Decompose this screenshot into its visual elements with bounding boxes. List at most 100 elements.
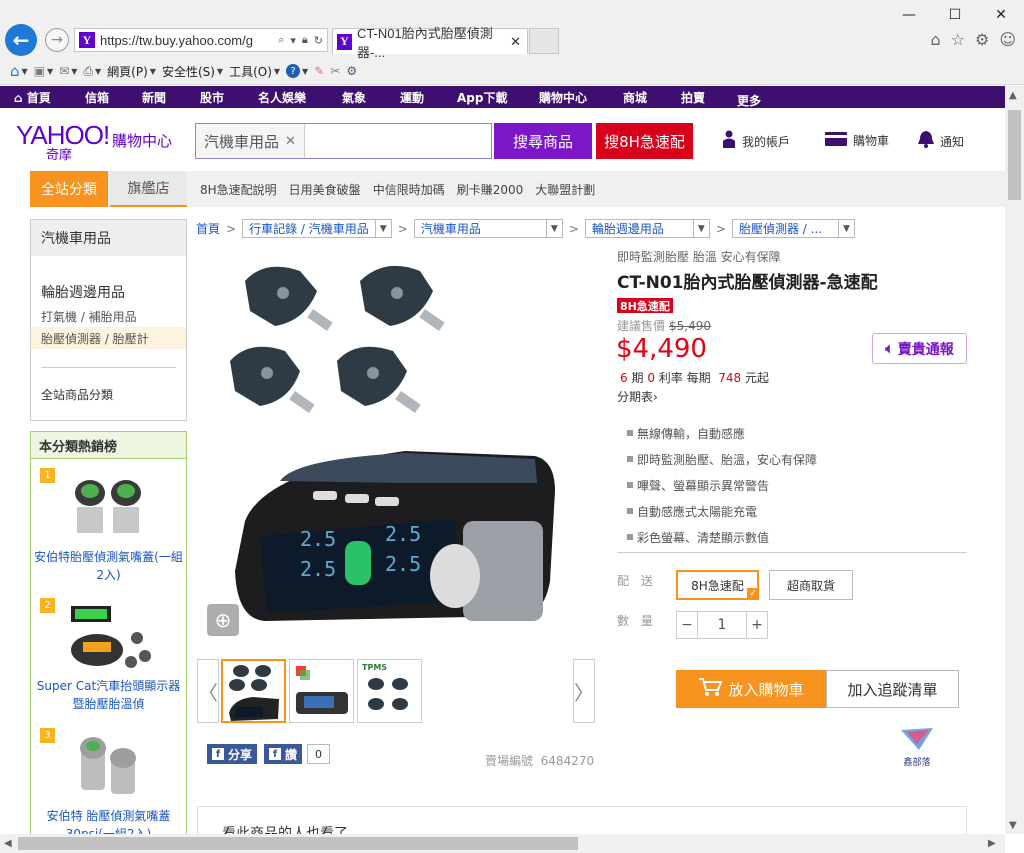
breadcrumb-select[interactable]: 輪胎週邊用品 ▼ [584, 219, 710, 238]
search-category-chip[interactable]: 汽機車用品 ✕ [196, 124, 305, 158]
breadcrumb-home[interactable]: 首頁 [196, 220, 220, 237]
cart-icon [698, 677, 723, 701]
topnav-item[interactable]: 拍賣 [681, 89, 705, 106]
hot-product-image[interactable] [69, 602, 153, 672]
flagship-tab[interactable]: 旗艦店 [110, 171, 187, 207]
gear-icon[interactable]: ⚙ [975, 30, 989, 49]
mail-menu[interactable]: ✉ ▼ [59, 64, 77, 78]
hot-product-image[interactable] [73, 477, 145, 539]
breadcrumb-select[interactable]: 胎壓偵測器 / ... ▼ [731, 219, 855, 238]
topnav-item[interactable]: 股市 [200, 89, 224, 106]
facebook-share-button[interactable]: f 分享 [207, 744, 258, 764]
catlink[interactable]: 刷卡賺2000 [457, 181, 524, 198]
dropdown-icon[interactable]: ▾ [290, 34, 296, 47]
address-bar[interactable]: Y https://tw.buy.yahoo.com/g ⌕ ▾ 🔒︎ ↻ [74, 28, 328, 52]
qty-minus-button[interactable]: − [677, 612, 698, 638]
notify-link[interactable]: 通知 [918, 130, 964, 152]
yahoo-shopping-logo[interactable]: YAHOO! 奇摩 購物中心 [16, 120, 186, 163]
qty-plus-button[interactable]: + [746, 612, 767, 638]
topnav-item[interactable]: 新聞 [142, 89, 166, 106]
print-menu[interactable]: ⎙ ▼ [83, 64, 101, 79]
hot-product-image[interactable] [75, 730, 145, 798]
catlink[interactable]: 日用美食破盤 [289, 181, 361, 198]
product-thumbnail[interactable] [221, 659, 286, 723]
chevron-down-icon: ▼ [837, 220, 854, 237]
scroll-left-icon[interactable]: ◀ [4, 838, 12, 849]
topnav-item[interactable]: 運動 [400, 89, 424, 106]
new-tab-button[interactable] [529, 28, 559, 54]
tab-close-icon[interactable]: ✕ [510, 34, 521, 50]
minimize-icon[interactable]: — [886, 0, 932, 30]
scroll-right-icon[interactable]: ▶ [988, 838, 996, 849]
ship-option-store[interactable]: 超商取貨 [769, 570, 853, 600]
thumb-next-button[interactable]: 〉 [573, 659, 595, 723]
topnav-item[interactable]: 名人娛樂 [258, 89, 306, 106]
facebook-like-button[interactable]: f讚 [264, 744, 303, 764]
catlink[interactable]: 大聯盟計劃 [535, 181, 595, 198]
topnav-item[interactable]: App下載 [457, 89, 507, 106]
breadcrumb-select[interactable]: 汽機車用品 ▼ [413, 219, 563, 238]
topnav-item[interactable]: 商城 [623, 89, 647, 106]
addon-gear-icon[interactable]: ⚙ [346, 64, 357, 78]
breadcrumb-select[interactable]: 行車記錄 / 汽機車用品 ▼ [242, 219, 392, 238]
ship-option-8h[interactable]: 8H急速配 ✓ [676, 570, 759, 600]
topnav-item[interactable]: ⌂ 首頁 [14, 89, 51, 106]
product-main-image[interactable]: 2.5 2.5 2.5 2.5 [205, 251, 595, 636]
chip-close-icon[interactable]: ✕ [285, 134, 296, 149]
sidebar-header[interactable]: 汽機車用品 [31, 220, 186, 256]
account-link[interactable]: 我的帳戶 [722, 130, 790, 152]
safety-menu[interactable]: 安全性(S) ▼ [162, 63, 223, 80]
feeds-menu[interactable]: ▣ ▼ [34, 64, 54, 78]
search-box[interactable]: 汽機車用品 ✕ [195, 123, 492, 159]
catlink[interactable]: 8H急速配說明 [200, 181, 277, 198]
page-menu[interactable]: 網頁(P) ▼ [107, 63, 156, 80]
search-products-button[interactable]: 搜尋商品 [494, 123, 592, 159]
sidebar-all-categories[interactable]: 全站商品分類 [41, 386, 113, 403]
horizontal-scroll-thumb[interactable] [18, 837, 578, 850]
product-thumbnail[interactable]: TPMS [357, 659, 422, 723]
product-thumbnail[interactable] [289, 659, 354, 723]
help-menu[interactable]: ? ▼ [286, 64, 308, 78]
browser-tab[interactable]: Y CT-N01胎內式胎壓偵測器-... ✕ [332, 26, 528, 60]
cart-link[interactable]: 購物車 [825, 130, 889, 150]
sidebar-item-selected[interactable]: 胎壓偵測器 / 胎壓計 [41, 330, 149, 347]
hot-product-name[interactable]: 安伯特 胎壓偵測氣嘴蓋30psi(一組2入) [31, 807, 186, 834]
scroll-down-icon[interactable]: ▼ [1009, 820, 1017, 831]
topnav-item[interactable]: 更多 [737, 92, 761, 109]
search-8h-button[interactable]: 搜8H急速配 [596, 123, 693, 159]
price-report-button[interactable]: 🔈︎ 賣貴通報 [872, 333, 967, 364]
addon-tool-icon[interactable]: ✂ [330, 64, 340, 78]
hot-product-name[interactable]: Super Cat汽車抬頭顯示器暨胎壓胎溫偵 [31, 677, 186, 713]
close-window-icon[interactable]: ✕ [978, 0, 1024, 30]
arrow-left-icon: ← [12, 28, 30, 52]
hot-product-name[interactable]: 安伯特胎壓偵測氣嘴蓋(一組2入) [31, 548, 186, 584]
forward-button[interactable]: → [45, 28, 69, 52]
all-categories-tab[interactable]: 全站分類 [30, 171, 108, 207]
addon-pen-icon[interactable]: ✎ [314, 64, 324, 78]
zoom-icon[interactable]: ⊕ [207, 604, 239, 636]
home-menu[interactable]: ⌂ ▼ [10, 62, 28, 80]
catlink[interactable]: 中信限時加碼 [373, 181, 445, 198]
qty-value[interactable]: 1 [698, 612, 746, 638]
sidebar-subheader[interactable]: 輪胎週邊用品 [41, 282, 125, 302]
installment-table-link[interactable]: 分期表› [617, 388, 658, 405]
smiley-icon[interactable]: ☺ [999, 30, 1016, 49]
topnav-item[interactable]: 信箱 [85, 89, 109, 106]
favorites-star-icon[interactable]: ☆ [951, 30, 965, 49]
maximize-icon[interactable]: ☐ [932, 0, 978, 30]
back-button[interactable]: ← [5, 24, 37, 56]
scroll-up-icon[interactable]: ▲ [1009, 90, 1017, 101]
add-to-cart-button[interactable]: 放入購物車 [676, 670, 826, 708]
lock-icon[interactable]: 🔒︎ [302, 34, 308, 47]
vertical-scroll-thumb[interactable] [1008, 110, 1021, 200]
thumb-prev-button[interactable]: 〈 [197, 659, 219, 723]
topnav-item[interactable]: 氣象 [342, 89, 366, 106]
rank-badge: 2 [40, 598, 55, 613]
add-to-watchlist-button[interactable]: 加入追蹤清單 [826, 670, 959, 708]
tools-menu[interactable]: 工具(O) ▼ [229, 63, 280, 80]
refresh-icon[interactable]: ↻ [314, 34, 323, 47]
topnav-item[interactable]: 購物中心 [539, 89, 587, 106]
home-icon[interactable]: ⌂ [930, 30, 940, 49]
search-icon[interactable]: ⌕ [278, 34, 284, 47]
sidebar-item[interactable]: 打氣機 / 補胎用品 [41, 308, 137, 325]
